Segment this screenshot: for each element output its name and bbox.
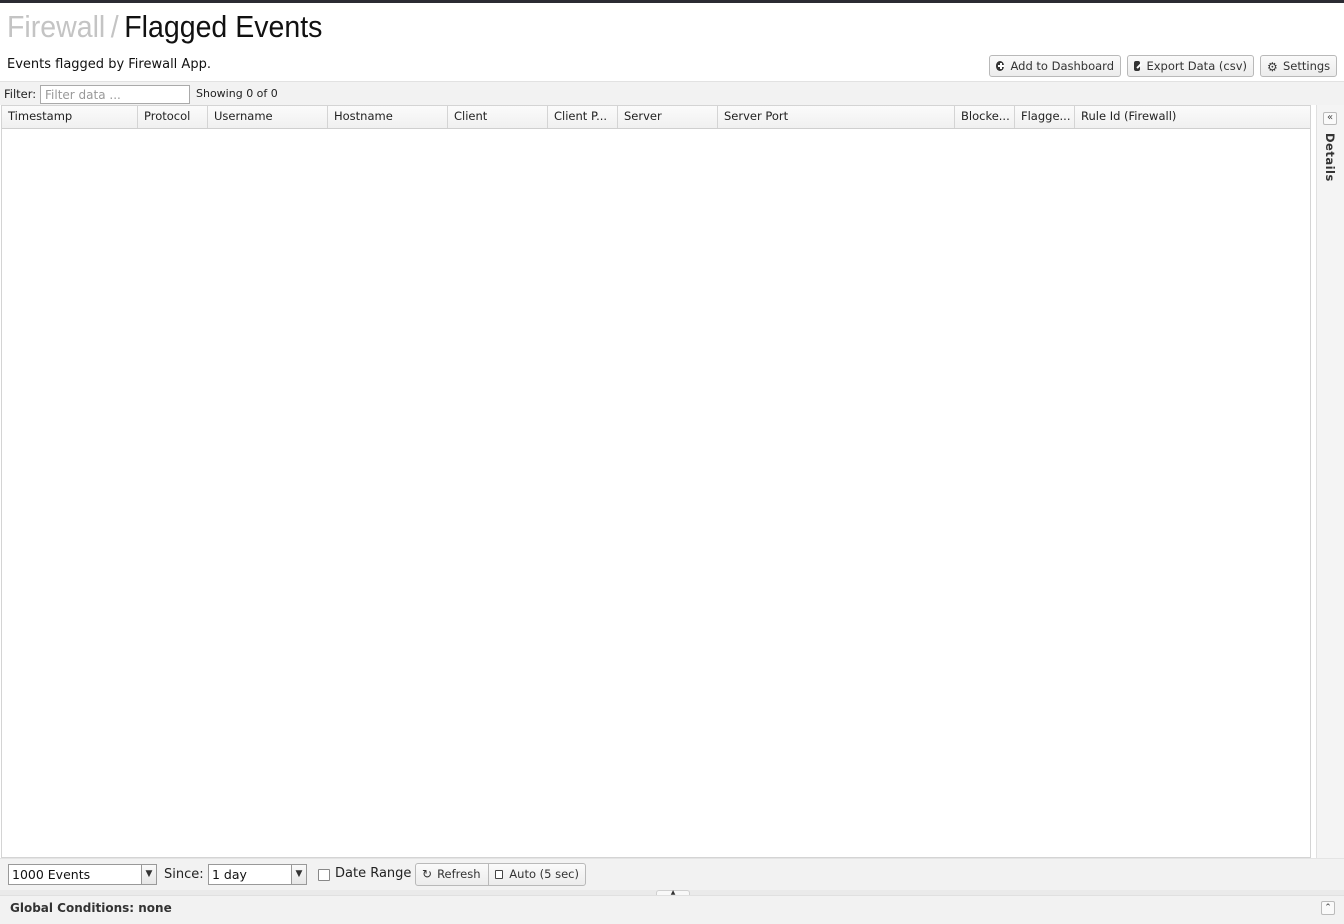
column-header-protocol[interactable]: Protocol [138,106,208,128]
settings-button[interactable]: ⚙ Settings [1260,55,1337,77]
chevron-down-icon: ▼ [291,865,306,884]
column-header-server[interactable]: Server [618,106,718,128]
gear-icon: ⚙ [1267,60,1278,74]
refresh-icon: ↻ [422,867,433,881]
global-conditions-bar: Global Conditions: none ⌃ [0,895,1344,924]
filter-input[interactable] [40,85,190,104]
column-header-blocked[interactable]: Blocke... [955,106,1015,128]
expand-details-icon[interactable]: « [1323,112,1337,125]
refresh-label: Refresh [437,867,481,881]
column-header-timestamp[interactable]: Timestamp [2,106,138,128]
top-accent-line [0,0,1344,3]
date-range-label[interactable]: Date Range [335,866,411,881]
plus-circle-icon [996,61,1005,71]
settings-label: Settings [1283,59,1331,73]
auto-refresh-label: Auto (5 sec) [509,867,579,881]
grid-header: Timestamp Protocol Username Hostname Cli… [2,106,1310,129]
showing-count: Showing 0 of 0 [196,87,278,100]
export-data-label: Export Data (csv) [1146,59,1247,73]
global-conditions-text: Global Conditions: none [10,901,172,915]
page-title: Firewall / Flagged Events [7,7,322,49]
events-limit-select[interactable]: 1000 Events ▼ [8,864,157,885]
chevron-down-icon: ▼ [141,865,156,884]
column-header-flagged[interactable]: Flagge... [1015,106,1075,128]
column-header-username[interactable]: Username [208,106,328,128]
export-data-button[interactable]: Export Data (csv) [1127,55,1254,77]
breadcrumb-separator: / [110,9,119,44]
add-to-dashboard-button[interactable]: Add to Dashboard [989,55,1121,77]
column-header-server-port[interactable]: Server Port [718,106,955,128]
checkbox-icon [495,870,504,879]
breadcrumb-parent[interactable]: Firewall [7,9,105,44]
column-header-client[interactable]: Client [448,106,548,128]
breadcrumb-current: Flagged Events [124,9,323,44]
events-grid: Timestamp Protocol Username Hostname Cli… [1,105,1311,858]
column-header-hostname[interactable]: Hostname [328,106,448,128]
since-label: Since: [164,867,204,882]
column-header-rule-id[interactable]: Rule Id (Firewall) [1075,106,1310,128]
bottom-toolbar: 1000 Events ▼ Since: 1 day ▼ Date Range … [0,858,1344,890]
column-header-client-port[interactable]: Client P... [548,106,618,128]
chevron-up-double-icon[interactable]: ⌃ [1321,901,1335,915]
external-link-icon [1134,61,1141,71]
details-panel[interactable]: « Details [1316,105,1344,858]
auto-refresh-button[interactable]: Auto (5 sec) [488,863,586,886]
refresh-button[interactable]: ↻ Refresh [415,863,489,886]
since-value: 1 day [212,867,247,882]
date-range-checkbox[interactable] [318,869,330,881]
add-to-dashboard-label: Add to Dashboard [1010,59,1114,73]
filter-bar: Filter: Showing 0 of 0 [0,81,1344,105]
events-limit-value: 1000 Events [12,867,91,882]
filter-label: Filter: [4,87,37,101]
since-select[interactable]: 1 day ▼ [208,864,307,885]
details-panel-label[interactable]: Details [1323,133,1337,182]
page-subtitle: Events flagged by Firewall App. [7,57,211,72]
